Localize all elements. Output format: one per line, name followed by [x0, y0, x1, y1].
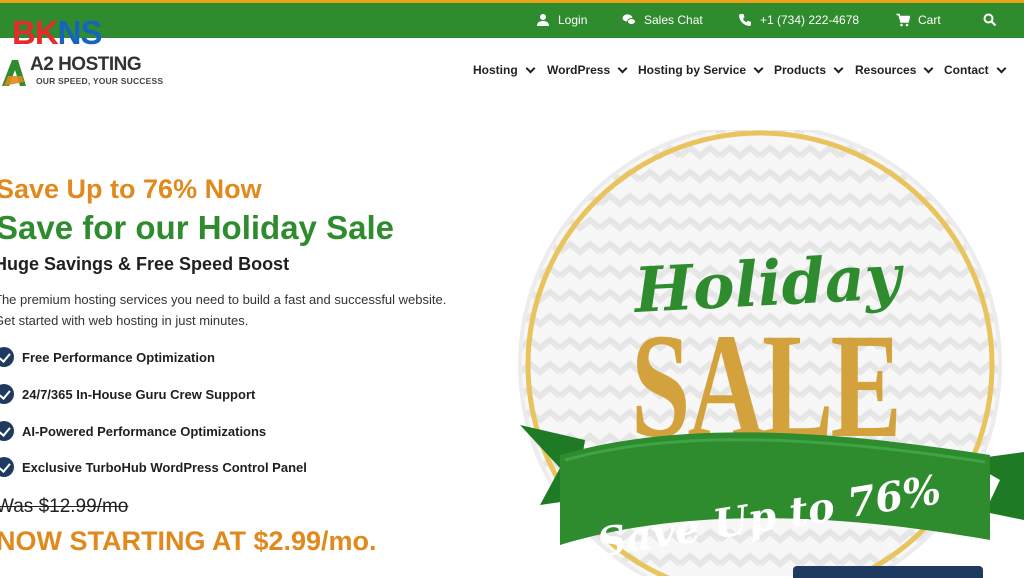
- nav-label: Hosting: [473, 63, 518, 77]
- feature-label: Exclusive TurboHub WordPress Control Pan…: [22, 459, 307, 475]
- checkmark-icon: [0, 421, 14, 441]
- hero-headline-discount: Save Up to 76% Now: [0, 174, 262, 204]
- main-nav-wordpress[interactable]: WordPress: [547, 62, 628, 78]
- login-link[interactable]: Login: [536, 13, 587, 27]
- a2-hosting-logo[interactable]: A2 HOSTING OUR SPEED, YOUR SUCCESS: [0, 52, 180, 92]
- hero-body-line-1: The premium hosting services you need to…: [0, 292, 447, 307]
- watermark-red-part: BK: [12, 14, 59, 51]
- main-nav-products[interactable]: Products: [774, 62, 844, 78]
- holiday-sale-badge: Holiday SALE Save Up to 76%: [518, 130, 1024, 576]
- cart-icon: [896, 13, 910, 27]
- feature-label: 24/7/365 In-House Guru Crew Support: [22, 386, 256, 402]
- chevron-down-icon: [617, 63, 628, 73]
- main-nav-resources[interactable]: Resources: [855, 62, 934, 78]
- nav-label: Contact: [944, 63, 989, 77]
- hero-subheadline: Huge Savings & Free Speed Boost: [0, 254, 290, 274]
- feature-label: Free Performance Optimization: [22, 349, 215, 365]
- original-price: Was $12.99/mo: [0, 496, 129, 517]
- feature-label: AI-Powered Performance Optimizations: [22, 423, 267, 439]
- cart-link[interactable]: Cart: [896, 13, 941, 27]
- chevron-down-icon: [525, 63, 536, 73]
- checkmark-icon: [0, 347, 14, 367]
- chevron-down-icon: [923, 63, 934, 73]
- phone-number: +1 (734) 222-4678: [760, 13, 860, 27]
- cart-label: Cart: [918, 13, 941, 27]
- phone-link[interactable]: +1 (734) 222-4678: [738, 13, 859, 27]
- main-nav-hosting[interactable]: Hosting: [473, 62, 536, 78]
- checkmark-icon: [0, 457, 14, 477]
- sales-chat-link[interactable]: Sales Chat: [622, 13, 703, 27]
- phone-icon: [739, 14, 751, 26]
- a2-logo-mark-icon: [2, 60, 26, 86]
- hero-body-line-2: Get started with web hosting in just min…: [0, 313, 249, 328]
- chevron-down-icon: [753, 63, 764, 73]
- chevron-down-icon: [996, 63, 1007, 73]
- sales-chat-label: Sales Chat: [644, 13, 703, 27]
- nav-label: Hosting by Service: [638, 63, 747, 77]
- search-button[interactable]: [983, 13, 997, 27]
- bkns-watermark-logo: BKNS: [12, 14, 103, 51]
- logo-name: A2 HOSTING: [30, 54, 142, 75]
- main-nav-contact[interactable]: Contact: [944, 62, 1007, 78]
- feature-item: Exclusive TurboHub WordPress Control Pan…: [0, 457, 307, 477]
- feature-item: 24/7/365 In-House Guru Crew Support: [0, 384, 255, 404]
- sale-price: NOW STARTING AT $2.99/mo.: [0, 526, 377, 556]
- logo-tagline: OUR SPEED, YOUR SUCCESS: [36, 76, 164, 86]
- feature-item: Free Performance Optimization: [0, 347, 215, 367]
- watermark-blue-part: NS: [57, 14, 103, 51]
- checkmark-icon: [0, 384, 14, 404]
- main-nav-hosting-by-service[interactable]: Hosting by Service: [638, 62, 764, 78]
- top-utility-bar: Login Sales Chat +1 (734) 222-4678 Cart: [0, 0, 1024, 38]
- user-icon: [537, 14, 549, 26]
- chevron-down-icon: [833, 63, 844, 73]
- feature-item: AI-Powered Performance Optimizations: [0, 421, 266, 441]
- nav-label: Products: [774, 63, 827, 77]
- nav-label: Resources: [855, 63, 917, 77]
- hero-headline-sale: Save for our Holiday Sale: [0, 209, 394, 246]
- search-icon: [983, 13, 997, 27]
- nav-label: WordPress: [547, 63, 611, 77]
- chat-icon: [622, 14, 636, 25]
- login-label: Login: [558, 13, 588, 27]
- cta-button-partial[interactable]: [793, 566, 983, 578]
